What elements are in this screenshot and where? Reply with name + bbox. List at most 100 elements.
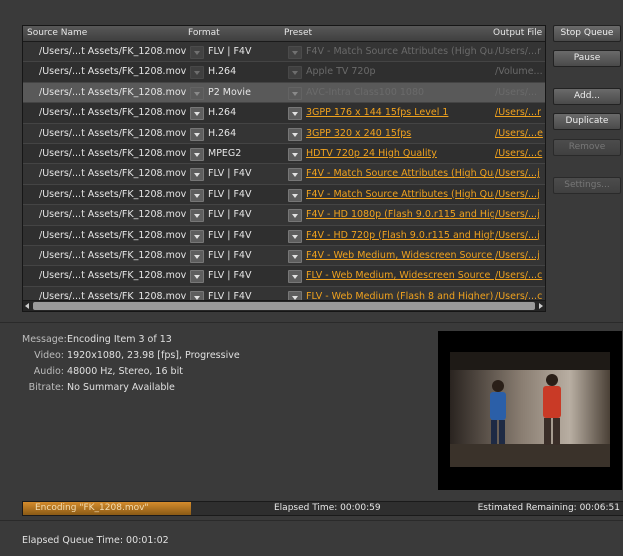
output-file-link[interactable]: /Users/... xyxy=(495,87,543,98)
bitrate-label: Bitrate: xyxy=(28,382,64,393)
column-header-source[interactable]: Source Name xyxy=(27,28,87,38)
encode-queue-table[interactable]: Source Name Format Preset Output File /U… xyxy=(22,25,546,312)
table-row[interactable]: /Users/...t Assets/FK_1208.mov MPEG2 HDTV … xyxy=(23,143,545,165)
source-name-cell: /Users/...t Assets/FK_1208.mov xyxy=(39,107,187,119)
preset-link[interactable]: 3GPP 320 x 240 15fps xyxy=(306,128,494,139)
output-file-link[interactable]: /Users/...j xyxy=(495,168,543,179)
source-name-cell: /Users/...t Assets/FK_1208.mov xyxy=(39,249,187,261)
format-cell[interactable]: FLV | F4V xyxy=(208,270,278,281)
table-row[interactable]: /Users/...t Assets/FK_1208.mov H.264 3GPP … xyxy=(23,123,545,144)
format-dropdown-icon[interactable] xyxy=(190,127,204,141)
table-row[interactable]: /Users/...t Assets/FK_1208.mov H.264 3GPP … xyxy=(23,103,545,124)
table-row[interactable]: /Users/...t Assets/FK_1208.mov FLV | F4V F… xyxy=(23,245,545,267)
output-file-link[interactable]: /Users/...j xyxy=(495,250,543,261)
preset-link[interactable]: F4V - HD 720p (Flash 9.0.r115 and Higher… xyxy=(306,230,494,241)
table-body: /Users/...t Assets/FK_1208.mov FLV | F4V F… xyxy=(23,42,545,308)
preset-dropdown-icon[interactable] xyxy=(288,66,302,80)
format-cell[interactable]: FLV | F4V xyxy=(208,168,278,179)
format-dropdown-icon[interactable] xyxy=(190,249,204,263)
add-button[interactable]: Add... xyxy=(553,88,621,105)
source-name-cell: /Users/...t Assets/FK_1208.mov xyxy=(39,127,187,139)
table-header: Source Name Format Preset Output File xyxy=(23,26,545,42)
preset-dropdown-icon[interactable] xyxy=(288,127,302,141)
output-file-link[interactable]: /Users/...j xyxy=(495,189,543,200)
format-dropdown-icon[interactable] xyxy=(190,270,204,284)
scroll-left-icon[interactable] xyxy=(25,303,29,309)
preset-link[interactable]: F4V - Web Medium, Widescreen Source (Fl.… xyxy=(306,250,494,261)
preset-link[interactable]: FLV - Web Medium, Widescreen Source (Fl.… xyxy=(306,270,494,281)
video-value: 1920x1080, 23.98 [fps], Progressive xyxy=(67,350,240,361)
remove-button[interactable]: Remove xyxy=(553,139,621,156)
output-file-link[interactable]: /Users/...r xyxy=(495,46,543,57)
format-dropdown-icon[interactable] xyxy=(190,86,204,100)
format-dropdown-icon[interactable] xyxy=(190,46,204,59)
output-file-link[interactable]: /Users/...r xyxy=(495,107,543,118)
preview-frame-image xyxy=(450,352,610,467)
table-row[interactable]: /Users/...t Assets/FK_1208.mov FLV | F4V F… xyxy=(23,205,545,226)
format-cell[interactable]: FLV | F4V xyxy=(208,189,278,200)
preset-link[interactable]: F4V - Match Source Attributes (High Qual… xyxy=(306,46,494,57)
output-file-link[interactable]: /Users/...e xyxy=(495,128,543,139)
format-dropdown-icon[interactable] xyxy=(190,229,204,243)
format-dropdown-icon[interactable] xyxy=(190,168,204,182)
stop-queue-button[interactable]: Stop Queue xyxy=(553,25,621,42)
column-header-preset[interactable]: Preset xyxy=(284,28,312,38)
audio-value: 48000 Hz, Stereo, 16 bit xyxy=(67,366,183,377)
preset-link[interactable]: Apple TV 720p xyxy=(306,66,494,77)
pause-button[interactable]: Pause xyxy=(553,50,621,67)
encode-progress-bar: Encoding "FK_1208.mov" Elapsed Time: 00:… xyxy=(22,501,623,516)
table-row[interactable]: /Users/...t Assets/FK_1208.mov FLV | F4V F… xyxy=(23,225,545,246)
source-name-cell: /Users/...t Assets/FK_1208.mov xyxy=(39,229,187,241)
output-file-link[interactable]: /Users/...j xyxy=(495,209,543,220)
source-name-cell: /Users/...t Assets/FK_1208.mov xyxy=(39,270,187,282)
table-row[interactable]: /Users/...t Assets/FK_1208.mov P2 Movie AV… xyxy=(23,82,545,104)
format-cell[interactable]: H.264 xyxy=(208,128,278,139)
scrollbar-thumb[interactable] xyxy=(33,302,535,310)
preset-dropdown-icon[interactable] xyxy=(288,229,302,243)
format-cell[interactable]: MPEG2 xyxy=(208,148,278,159)
table-row[interactable]: /Users/...t Assets/FK_1208.mov FLV | F4V F… xyxy=(23,184,545,206)
scroll-right-icon[interactable] xyxy=(539,303,543,309)
message-line: Message: Encoding Item 3 of 13 xyxy=(22,334,172,345)
settings-button[interactable]: Settings... xyxy=(553,177,621,194)
format-cell[interactable]: FLV | F4V xyxy=(208,209,278,220)
table-row[interactable]: /Users/...t Assets/FK_1208.mov FLV | F4V F… xyxy=(23,266,545,287)
table-row[interactable]: /Users/...t Assets/FK_1208.mov FLV | F4V F… xyxy=(23,164,545,185)
format-dropdown-icon[interactable] xyxy=(190,188,204,202)
table-row[interactable]: /Users/...t Assets/FK_1208.mov FLV | F4V F… xyxy=(23,42,545,63)
format-dropdown-icon[interactable] xyxy=(190,66,204,80)
horizontal-scrollbar[interactable] xyxy=(23,300,545,311)
preset-dropdown-icon[interactable] xyxy=(288,168,302,182)
preset-link[interactable]: F4V - HD 1080p (Flash 9.0.r115 and High.… xyxy=(306,209,494,220)
duplicate-button[interactable]: Duplicate xyxy=(553,113,621,130)
format-cell[interactable]: H.264 xyxy=(208,107,278,118)
format-dropdown-icon[interactable] xyxy=(190,147,204,161)
preset-link[interactable]: F4V - Match Source Attributes (High Qual… xyxy=(306,168,494,179)
preset-dropdown-icon[interactable] xyxy=(288,46,302,59)
format-cell[interactable]: FLV | F4V xyxy=(208,250,278,261)
preset-dropdown-icon[interactable] xyxy=(288,86,302,100)
column-header-output[interactable]: Output File xyxy=(493,28,542,38)
output-file-link[interactable]: /Users/...j xyxy=(495,230,543,241)
output-file-link[interactable]: /Volume... xyxy=(495,66,543,77)
output-file-link[interactable]: /Users/...c xyxy=(495,148,543,159)
preset-link[interactable]: HDTV 720p 24 High Quality xyxy=(306,148,494,159)
format-cell[interactable]: FLV | F4V xyxy=(208,46,278,57)
preset-dropdown-icon[interactable] xyxy=(288,188,302,202)
preset-dropdown-icon[interactable] xyxy=(288,209,302,223)
table-row[interactable]: /Users/...t Assets/FK_1208.mov H.264 Apple… xyxy=(23,62,545,83)
column-header-format[interactable]: Format xyxy=(188,28,220,38)
output-file-link[interactable]: /Users/...c xyxy=(495,270,543,281)
format-cell[interactable]: P2 Movie xyxy=(208,87,278,98)
preset-dropdown-icon[interactable] xyxy=(288,270,302,284)
preset-link[interactable]: F4V - Match Source Attributes (High Qual… xyxy=(306,189,494,200)
format-dropdown-icon[interactable] xyxy=(190,107,204,121)
preset-dropdown-icon[interactable] xyxy=(288,107,302,121)
preset-dropdown-icon[interactable] xyxy=(288,147,302,161)
format-cell[interactable]: FLV | F4V xyxy=(208,230,278,241)
preset-link[interactable]: 3GPP 176 x 144 15fps Level 1 xyxy=(306,107,494,118)
preset-link[interactable]: AVC-Intra Class100 1080 xyxy=(306,87,494,98)
format-cell[interactable]: H.264 xyxy=(208,66,278,77)
format-dropdown-icon[interactable] xyxy=(190,209,204,223)
preset-dropdown-icon[interactable] xyxy=(288,249,302,263)
